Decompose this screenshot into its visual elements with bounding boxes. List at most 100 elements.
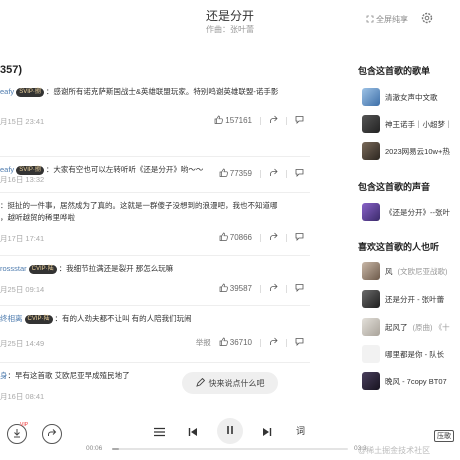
comment-username[interactable]: eafy <box>0 165 14 174</box>
song-thumb-icon <box>362 372 380 390</box>
song-artist: 作曲：张叶蕾 <box>206 25 254 34</box>
playlist-item[interactable]: 神王诺手｜小超梦｜ <box>362 115 460 133</box>
voice-item[interactable]: 《还是分开》--张叶 <box>362 203 460 221</box>
reply-icon[interactable] <box>295 283 304 294</box>
divider <box>260 116 261 125</box>
previous-track-icon[interactable] <box>188 424 198 442</box>
fullscreen-share-button[interactable]: 全屏纯享 <box>366 14 408 25</box>
comment-divider <box>0 305 310 306</box>
similar-song-item[interactable]: 还是分开 - 张叶蕾 <box>362 290 460 308</box>
reply-icon[interactable] <box>295 168 304 179</box>
comment-actions: 70866 <box>219 232 304 243</box>
thumbs-up-icon <box>214 115 224 126</box>
expand-icon <box>366 15 374 25</box>
report-button[interactable]: 举报 <box>196 337 211 348</box>
gear-icon[interactable] <box>420 11 434 25</box>
share-comment-icon[interactable] <box>269 283 278 294</box>
comment-item: rossstar CVIP·陆 ：我细节拉满还是裂开 那怎么玩嘛月25日 09:14… <box>0 263 310 303</box>
playlist-name: 2023网易云10w+热 <box>385 146 450 156</box>
comment-username[interactable]: rossstar <box>0 264 27 273</box>
voices-section-title: 包含这首歌的声音 <box>358 182 431 192</box>
comment-text: ：感谢所有诺克萨斯国战士&英雄联盟玩家。特别鸣谢英雄联盟-诺手影 <box>45 87 279 96</box>
similar-song-item[interactable]: 晚风 - 7copy BT07 <box>362 372 460 390</box>
thumbs-up-icon <box>219 283 228 294</box>
playlist-thumb-icon <box>362 88 380 106</box>
share-comment-icon[interactable] <box>269 115 278 126</box>
write-comment-label: 快来说点什么吧 <box>208 378 265 388</box>
playlist-thumb-icon <box>362 142 380 160</box>
comment-username[interactable]: 终相离 <box>0 314 23 323</box>
similar-song-name: 哪里都是你 - 队长 <box>385 349 445 359</box>
reply-icon[interactable] <box>295 232 304 243</box>
divider <box>260 233 261 242</box>
reply-icon[interactable] <box>295 337 304 348</box>
similar-song-name: 还是分开 - 张叶蕾 <box>385 294 445 304</box>
similar-song-name: 晚风 - 7copy BT07 <box>385 376 447 386</box>
playlist-item[interactable]: 清澈女声中文歌 <box>362 88 460 106</box>
comment-body: 终相离 CVIP·陆 ：有的人劲夫都不让叫 有的人陪我们玩闹 <box>0 313 192 324</box>
share-comment-icon[interactable] <box>269 232 278 243</box>
progress-bar[interactable] <box>112 448 348 450</box>
comment-actions: 77359 <box>219 168 304 179</box>
pause-button[interactable] <box>217 418 243 444</box>
comment-username[interactable]: 身 <box>0 371 8 380</box>
divider <box>286 169 287 178</box>
current-time: 00:06 <box>86 445 103 452</box>
like-button[interactable]: 70866 <box>219 232 252 243</box>
comment-text: ：早有这首歌 艾欧尼亚早成殖民地了 <box>7 371 130 380</box>
comment-item: eafy SVIP·捌 ：感谢所有诺克萨斯国战士&英雄联盟玩家。特别鸣谢英雄联盟-诺… <box>0 86 310 126</box>
similar-song-item[interactable]: 哪里都是你 - 队长 <box>362 345 460 363</box>
playlist-thumb-icon <box>362 115 380 133</box>
like-button[interactable]: 36710 <box>219 337 252 348</box>
similar-song-item[interactable]: 风 (文欧尼亚战歌) <box>362 262 460 280</box>
comments-count-heading: 357) <box>0 64 23 76</box>
similar-song-name: 起风了 <box>385 322 408 332</box>
comment-item: eafy SVIP·捌 ：大家有空也可以左转听听《还是分开》哟～～ 月16日 13:3… <box>0 164 310 204</box>
comment-divider <box>0 255 310 256</box>
progress-fill <box>112 448 120 450</box>
share-comment-icon[interactable] <box>269 337 278 348</box>
comment-time: 月25日 14:49 <box>0 339 45 348</box>
divider <box>286 116 287 125</box>
lyrics-button[interactable]: 词 <box>296 424 305 437</box>
song-thumb-icon <box>362 345 380 363</box>
playlist-item[interactable]: 2023网易云10w+热 <box>362 142 460 160</box>
playlist-name: 神王诺手｜小超梦｜ <box>385 119 453 129</box>
divider <box>260 338 261 347</box>
pencil-icon <box>195 377 205 389</box>
like-button[interactable]: 39587 <box>219 283 252 294</box>
like-button[interactable]: 77359 <box>219 168 252 179</box>
share-comment-icon[interactable] <box>269 168 278 179</box>
comment-time: 月16日 08:41 <box>0 392 45 401</box>
similar-song-item[interactable]: 起风了 (原曲) 《十 <box>362 318 460 336</box>
fullscreen-share-label: 全屏纯享 <box>376 15 408 24</box>
divider <box>286 233 287 242</box>
song-thumb-icon <box>362 262 380 280</box>
comment-divider <box>0 192 310 193</box>
divider <box>260 284 261 293</box>
next-track-icon[interactable] <box>262 424 272 442</box>
like-count: 39587 <box>229 284 252 293</box>
comment-divider <box>0 156 310 157</box>
write-comment-button[interactable]: 快来说点什么吧 <box>182 372 278 394</box>
comment-text: ：挺扯的一件事，居然成为了真的。这就是一群傻子没想到的浪漫吧，我也不知道哪 <box>0 201 278 210</box>
comment-item: ：挺扯的一件事，居然成为了真的。这就是一群傻子没想到的浪漫吧，我也不知道哪 ，越听… <box>0 200 310 243</box>
share-button[interactable] <box>42 424 62 444</box>
similar-song-name: 风 <box>385 266 393 276</box>
thumbs-up-icon <box>219 337 228 348</box>
comment-time: 月15日 23:41 <box>0 117 45 126</box>
pause-icon <box>225 422 235 440</box>
reply-icon[interactable] <box>295 115 304 126</box>
vip-badge: CVIP·陆 <box>28 265 57 274</box>
comment-time: 月25日 09:14 <box>0 285 45 294</box>
comment-actions: 39587 <box>219 283 304 294</box>
comment-text: ：我细节拉满还是裂开 那怎么玩嘛 <box>58 264 174 273</box>
voice-name: 《还是分开》--张叶 <box>385 207 450 217</box>
like-button[interactable]: 157161 <box>214 115 252 126</box>
like-count: 157161 <box>225 116 252 125</box>
comment-username[interactable]: eafy <box>0 87 14 96</box>
divider <box>260 169 261 178</box>
watermark: @稀土掘金技术社区 <box>358 446 431 455</box>
playlist-menu-icon[interactable] <box>154 424 165 442</box>
desktop-lyric-button[interactable]: 压歌 <box>434 430 454 442</box>
